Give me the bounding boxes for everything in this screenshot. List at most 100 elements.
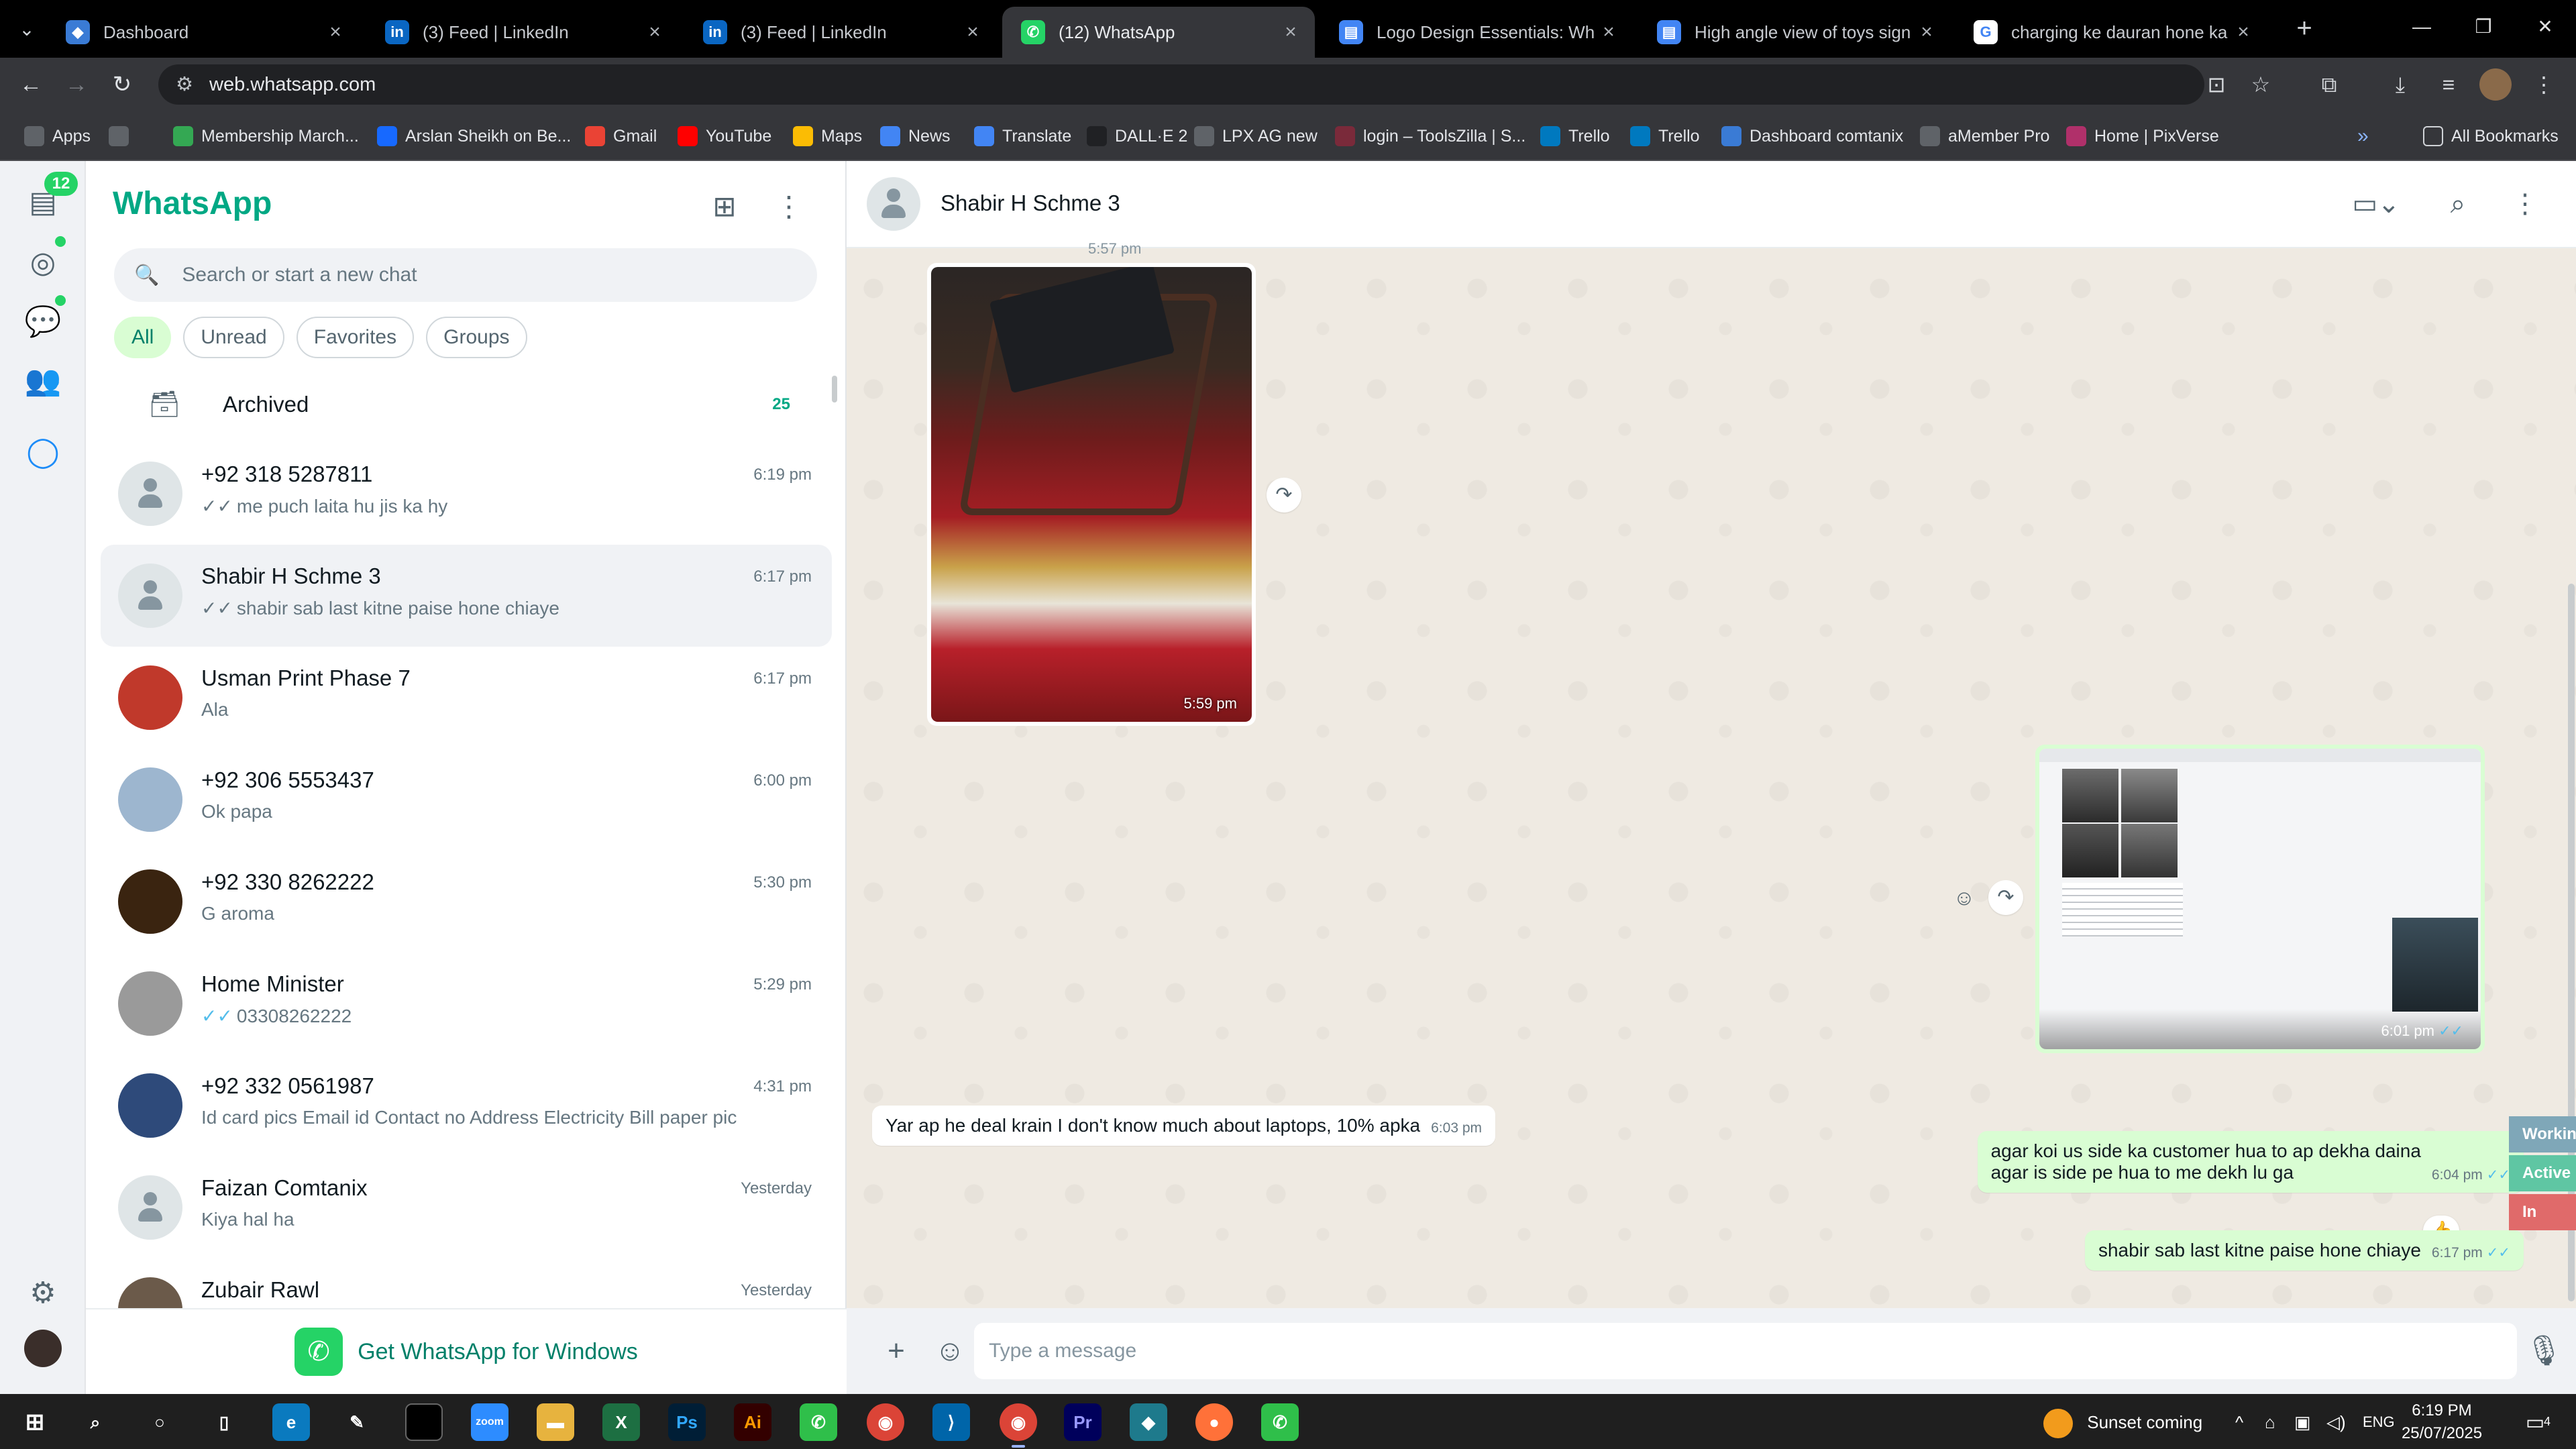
laptop-photo[interactable]: 5:59 pm: [931, 267, 1252, 722]
weather-widget[interactable]: Sunset coming: [2043, 1403, 2202, 1441]
filter-chip-groups[interactable]: Groups: [426, 317, 527, 358]
channels-icon[interactable]: 💬: [21, 301, 64, 343]
bookmark-item[interactable]: Home | PixVerse: [2066, 121, 2219, 152]
contact-name[interactable]: Shabir H Schme 3: [941, 191, 1120, 216]
wifi-icon[interactable]: ▣: [2294, 1403, 2311, 1441]
bookmark-item[interactable]: LPX AG new: [1194, 121, 1318, 152]
chat-list-item[interactable]: +92 330 8262222 5:30 pm G aroma: [101, 851, 832, 953]
app-green-icon[interactable]: ✆: [800, 1403, 837, 1441]
chat-list-item[interactable]: +92 306 5553437 6:00 pm Ok papa: [101, 749, 832, 851]
task-view-icon[interactable]: ▯: [205, 1403, 243, 1441]
chat-list-item[interactable]: Faizan Comtanix Yesterday Kiya hal ha: [101, 1157, 832, 1258]
media-control-icon[interactable]: ≡: [2432, 68, 2465, 101]
status-side-tab[interactable]: Active: [2509, 1155, 2576, 1191]
close-tab-icon[interactable]: ×: [1277, 21, 1304, 44]
get-windows-banner[interactable]: ✆ Get WhatsApp for Windows: [86, 1308, 847, 1394]
tray-chevron-icon[interactable]: ^: [2235, 1403, 2243, 1441]
communities-icon[interactable]: 👥: [21, 360, 64, 402]
chat-list-item[interactable]: +92 332 0561987 4:31 pm Id card pics Email…: [101, 1055, 832, 1157]
chat-list-item[interactable]: Shabir H Schme 3 6:17 pm ✓✓ shabir sab last…: [101, 545, 832, 647]
bookmark-item[interactable]: Dashboard comtanix: [1721, 121, 1903, 152]
outgoing-image-message[interactable]: 6:01 pm ✓✓: [2035, 745, 2485, 1053]
all-bookmarks[interactable]: All Bookmarks: [2423, 121, 2559, 152]
status-icon[interactable]: ◎: [21, 241, 64, 284]
bookmark-item[interactable]: News: [880, 121, 951, 152]
filter-chip-unread[interactable]: Unread: [183, 317, 284, 358]
taskbar-search-icon[interactable]: ⌕: [76, 1403, 114, 1441]
bookmark-item[interactable]: Maps: [793, 121, 862, 152]
install-app-icon[interactable]: ⊡: [2200, 68, 2233, 101]
bookmark-item[interactable]: DALL·E 2: [1087, 121, 1187, 152]
close-tab-icon[interactable]: ×: [641, 21, 668, 44]
video-call-icon[interactable]: ▭⌄: [2343, 184, 2410, 224]
browser-tab[interactable]: in (3) Feed | LinkedIn ×: [684, 7, 997, 58]
bookmark-item[interactable]: Trello: [1540, 121, 1610, 152]
message-input[interactable]: [974, 1323, 2517, 1379]
sticker-icon[interactable]: ☺: [928, 1330, 971, 1373]
tab-search-icon[interactable]: ⌄: [12, 15, 42, 44]
browser-tab[interactable]: ▤ Logo Design Essentials: What t ×: [1320, 7, 1633, 58]
attach-plus-icon[interactable]: +: [875, 1330, 918, 1373]
minimize-button[interactable]: —: [2391, 0, 2453, 54]
screenshot-image[interactable]: 6:01 pm ✓✓: [2039, 749, 2481, 1049]
chrome-active-icon[interactable]: ◉: [1000, 1403, 1037, 1448]
new-tab-button[interactable]: +: [2288, 13, 2321, 44]
meta-ai-icon[interactable]: ◯: [21, 431, 64, 474]
outgoing-message[interactable]: shabir sab last kitne paise hone chiaye 6…: [2084, 1230, 2524, 1271]
bookmark-item[interactable]: [109, 121, 137, 152]
chat-list-item[interactable]: +92 318 5287811 6:19 pm ✓✓ me puch laita hu…: [101, 443, 832, 545]
outgoing-message[interactable]: agar koi us side ka customer hua to ap d…: [1977, 1131, 2524, 1193]
settings-icon[interactable]: ⚙: [21, 1272, 64, 1315]
filter-chip-favorites[interactable]: Favorites: [296, 317, 415, 358]
close-tab-icon[interactable]: ×: [2230, 21, 2257, 44]
profile-avatar[interactable]: [2479, 68, 2512, 101]
app-green-2-icon[interactable]: ✆: [1261, 1403, 1299, 1441]
back-button[interactable]: ←: [13, 67, 48, 102]
forward-icon[interactable]: ↷: [1267, 478, 1301, 513]
browser-tab[interactable]: in (3) Feed | LinkedIn ×: [366, 7, 679, 58]
site-info-icon[interactable]: ⚙: [176, 64, 193, 105]
chrome-icon[interactable]: ◉: [867, 1403, 904, 1441]
bookmark-item[interactable]: Arslan Sheikh on Be...: [377, 121, 571, 152]
bookmark-item[interactable]: Gmail: [585, 121, 657, 152]
terminal-icon[interactable]: [405, 1403, 443, 1441]
restore-button[interactable]: ❐: [2453, 0, 2514, 54]
edge-icon[interactable]: e: [272, 1403, 310, 1441]
react-emoji-icon[interactable]: ☺: [1947, 880, 1982, 915]
cortana-icon[interactable]: ○: [141, 1403, 178, 1441]
bookmark-star-icon[interactable]: ☆: [2245, 68, 2277, 101]
bookmark-item[interactable]: login – ToolsZilla | S...: [1335, 121, 1525, 152]
status-side-tab[interactable]: Working: [2509, 1116, 2576, 1152]
browser-tab[interactable]: ◆ Dashboard ×: [47, 7, 360, 58]
microphone-icon[interactable]: 🎙: [2522, 1330, 2565, 1373]
premiere-icon[interactable]: Pr: [1064, 1403, 1102, 1441]
pen-icon[interactable]: ✎: [338, 1403, 376, 1441]
bookmark-item[interactable]: aMember Pro: [1920, 121, 2049, 152]
start-icon[interactable]: ⊞: [16, 1403, 54, 1441]
network-icon[interactable]: ⌂: [2265, 1403, 2275, 1441]
forward-button[interactable]: →: [59, 67, 94, 102]
more-bookmarks-icon[interactable]: »: [2357, 121, 2369, 152]
file-explorer-icon[interactable]: ▬: [537, 1403, 574, 1441]
browser-tab[interactable]: ▤ High angle view of toys sign | F ×: [1638, 7, 1951, 58]
search-box[interactable]: 🔍 Search or start a new chat: [114, 248, 817, 302]
forward-icon[interactable]: ↷: [1988, 880, 2023, 915]
app-diamond-icon[interactable]: ◆: [1130, 1403, 1167, 1441]
download-icon[interactable]: ⤓: [2384, 68, 2416, 101]
incoming-message[interactable]: Yar ap he deal krain I don't know much a…: [872, 1106, 1496, 1146]
bookmark-item[interactable]: Membership March...: [173, 121, 359, 152]
clock[interactable]: 6:19 PM 25/07/2025: [2388, 1399, 2496, 1445]
zoom-icon[interactable]: zoom: [471, 1403, 508, 1441]
vscode-icon[interactable]: ⟩: [932, 1403, 970, 1441]
browser-tab[interactable]: ✆ (12) WhatsApp ×: [1002, 7, 1315, 58]
bookmark-item[interactable]: Translate: [974, 121, 1071, 152]
close-window-button[interactable]: ✕: [2514, 0, 2576, 54]
chat-list-item[interactable]: Home Minister 5:29 pm ✓✓ 03308262222: [101, 953, 832, 1055]
chat-menu-icon[interactable]: ⋮: [2505, 184, 2545, 224]
incoming-image-message[interactable]: 5:59 pm: [927, 263, 1256, 726]
status-side-tab[interactable]: In Active: [2509, 1194, 2576, 1230]
close-tab-icon[interactable]: ×: [959, 21, 986, 44]
notification-center-icon[interactable]: ▭ 4: [2518, 1406, 2552, 1440]
profile-icon[interactable]: [24, 1330, 62, 1367]
close-tab-icon[interactable]: ×: [1913, 21, 1940, 44]
